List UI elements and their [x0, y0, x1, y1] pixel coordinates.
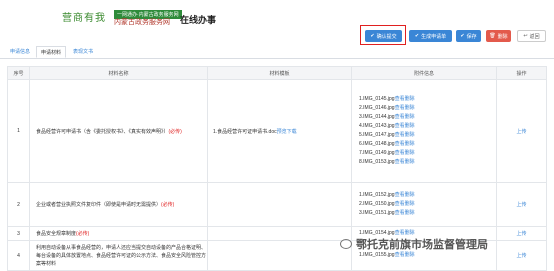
table-row: 1 食品经营许可申请书（含《委托授权书》、《真实有效声明》）(必传) 1.食品经… [7, 79, 547, 183]
col-attachments: 附件信息 [351, 66, 497, 80]
file-item: 2.IMG_0146.jpg查看删除 [353, 104, 495, 113]
tab-bar: 申请信息 申请材料 表现文书 [0, 46, 554, 59]
file-actions[interactable]: 查看删除 [395, 252, 415, 258]
file-actions[interactable]: 查看删除 [395, 105, 415, 111]
back-arrow-icon: ↩ [523, 33, 528, 39]
file-item: 6.IMG_0148.jpg查看删除 [353, 140, 495, 149]
template-download-link[interactable]: 预览下载 [277, 129, 297, 135]
file-item: 1.IMG_0155.jpg查看删除 [353, 251, 495, 260]
delete-button[interactable]: 🗑 删除 [486, 30, 511, 42]
watermark-text: 鄂托克前旗市场监督管理局 [356, 238, 488, 251]
col-material-name: 材料名称 [29, 66, 208, 80]
file-name: 1.IMG_0155.jpg [359, 252, 395, 258]
app-header: 营商有我 一网通办·内蒙古政务服务网 内蒙古政务服务网 在线办事 ✔ 确认提交 … [0, 0, 554, 48]
file-actions[interactable]: 查看删除 [395, 150, 415, 156]
file-item: 3.IMG_0151.jpg查看删除 [353, 209, 495, 218]
logo-name: 内蒙古政务服务网 [114, 19, 170, 26]
file-name: 1.IMG_0145.jpg [359, 96, 395, 102]
check-icon: ✔ [460, 33, 465, 39]
file-name: 2.IMG_0150.jpg [359, 201, 395, 207]
file-name: 4.IMG_0143.jpg [359, 123, 395, 129]
wechat-icon [340, 239, 352, 249]
file-name: 5.IMG_0147.jpg [359, 132, 395, 138]
confirm-submit-button[interactable]: ✔ 确认提交 [365, 30, 402, 42]
tab-application-info[interactable]: 申请信息 [6, 46, 34, 58]
file-actions[interactable]: 查看删除 [395, 159, 415, 165]
tab-application-materials[interactable]: 申请材料 [36, 46, 67, 58]
file-actions[interactable]: 查看删除 [395, 141, 415, 147]
file-name: 7.IMG_0149.jpg [359, 150, 395, 156]
required-tag: (必传) [76, 231, 90, 237]
file-name: 8.IMG_0153.jpg [359, 159, 395, 165]
attachments-cell: 1.IMG_0152.jpg查看删除 2.IMG_0150.jpg查看删除 3.… [351, 182, 497, 227]
file-name: 6.IMG_0148.jpg [359, 141, 395, 147]
confirm-submit-label: 确认提交 [376, 33, 397, 40]
attachments-cell: 1.IMG_0145.jpg查看删除 2.IMG_0146.jpg查看删除 3.… [351, 79, 497, 183]
file-name: 2.IMG_0146.jpg [359, 105, 395, 111]
file-item: 4.IMG_0143.jpg查看删除 [353, 122, 495, 131]
file-actions[interactable]: 查看删除 [395, 132, 415, 138]
upload-link[interactable]: 上传 [496, 226, 547, 241]
file-actions[interactable]: 查看删除 [395, 201, 415, 207]
back-label: 返回 [529, 33, 540, 40]
table-header-row: 序号 材料名称 材料模板 附件信息 操作 [7, 66, 547, 80]
material-name-text: 企业或者营业执照文件复印件（即使是申请时无需提供） [36, 202, 162, 208]
template-cell [207, 182, 352, 227]
page-title: 在线办事 [180, 15, 217, 25]
file-actions[interactable]: 查看删除 [395, 210, 415, 216]
col-index: 序号 [7, 66, 30, 80]
template-cell [207, 240, 352, 271]
file-item: 7.IMG_0149.jpg查看删除 [353, 149, 495, 158]
template-cell: 1.食品经营许可证申请书.doc预览下载 [207, 79, 352, 183]
template-name: 1.食品经营许可证申请书.doc [213, 128, 277, 135]
file-item: 1.IMG_0145.jpg查看删除 [353, 95, 495, 104]
upload-link[interactable]: 上传 [496, 79, 547, 183]
template-cell [207, 226, 352, 241]
required-tag: (必传) [161, 202, 175, 208]
material-name: 食品安全规章制度(必传) [29, 226, 208, 241]
material-name-text: 食品安全规章制度 [36, 231, 77, 237]
file-actions[interactable]: 查看删除 [395, 114, 415, 120]
back-button[interactable]: ↩ 返回 [517, 30, 546, 42]
delete-label: 删除 [497, 33, 508, 40]
col-actions: 操作 [496, 66, 547, 80]
file-name: 3.IMG_0144.jpg [359, 114, 395, 120]
generate-form-button[interactable]: ✔ 生成申请单 [409, 30, 452, 42]
upload-link[interactable]: 上传 [496, 240, 547, 271]
file-item: 2.IMG_0150.jpg查看删除 [353, 200, 495, 209]
file-item: 5.IMG_0147.jpg查看删除 [353, 131, 495, 140]
check-icon: ✔ [370, 33, 375, 39]
file-actions[interactable]: 查看删除 [395, 192, 415, 198]
file-item: 8.IMG_0153.jpg查看删除 [353, 158, 495, 167]
save-button[interactable]: ✔ 保存 [456, 30, 481, 42]
file-item: 3.IMG_0144.jpg查看删除 [353, 113, 495, 122]
check-icon: ✔ [414, 33, 420, 39]
save-label: 保存 [466, 33, 477, 40]
material-name: 食品经营许可申请书（含《委托授权书》、《真实有效声明》）(必传) [29, 79, 208, 183]
table-row: 2 企业或者营业执照文件复印件（即使是申请时无需提供）(必传) 1.IMG_01… [7, 182, 547, 227]
watermark: 鄂托克前旗市场监督管理局 [340, 236, 488, 252]
material-name-text: 食品经营许可申请书（含《委托授权书》、《真实有效声明》） [36, 128, 169, 135]
col-template: 材料模板 [207, 66, 352, 80]
tab-documents[interactable]: 表现文书 [69, 46, 97, 58]
trash-icon: 🗑 [489, 33, 496, 39]
material-name-text: 利用自动设备从事食品经营的，申请人还应当提交自动设备的产品合格证明、每台设备的具… [36, 244, 207, 267]
row-index: 1 [7, 79, 30, 183]
site-logo[interactable]: 营商有我 [62, 9, 106, 24]
file-actions[interactable]: 查看删除 [395, 96, 415, 102]
row-index: 2 [7, 182, 30, 227]
row-index: 3 [7, 226, 30, 241]
upload-link[interactable]: 上传 [496, 182, 547, 227]
file-item: 1.IMG_0152.jpg查看删除 [353, 191, 495, 200]
file-name: 3.IMG_0151.jpg [359, 210, 395, 216]
generate-form-label: 生成申请单 [421, 33, 447, 40]
file-name: 1.IMG_0152.jpg [359, 192, 395, 198]
row-index: 4 [7, 240, 30, 271]
material-name: 利用自动设备从事食品经营的，申请人还应当提交自动设备的产品合格证明、每台设备的具… [29, 240, 208, 271]
material-name: 企业或者营业执照文件复印件（即使是申请时无需提供）(必传) [29, 182, 208, 227]
file-actions[interactable]: 查看删除 [395, 123, 415, 129]
required-tag: (必传) [168, 128, 182, 135]
